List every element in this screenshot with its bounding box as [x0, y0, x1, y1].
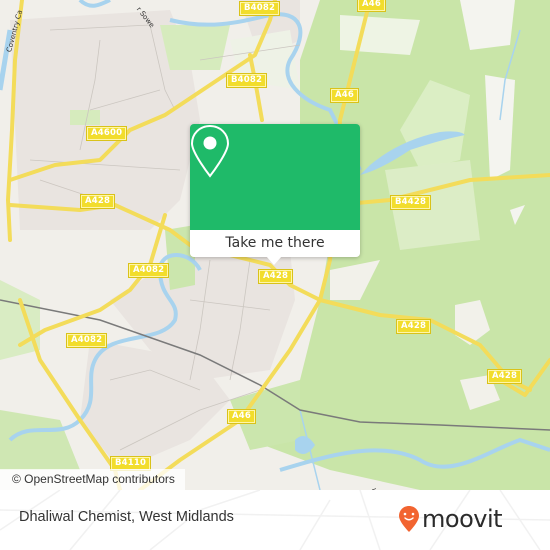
location-pin-icon	[190, 124, 230, 178]
road-label-a428: A428	[395, 319, 432, 334]
moovit-logo[interactable]: moovit	[398, 504, 503, 534]
popup-pointer	[266, 256, 282, 265]
road-label-a46: A46	[329, 88, 360, 103]
road-label-b4082: B4082	[238, 1, 281, 16]
map-attribution[interactable]: © OpenStreetMap contributors	[0, 469, 185, 490]
road-label-a46: A46	[356, 0, 387, 12]
destination-popup[interactable]: Take me there	[190, 124, 360, 265]
road-label-a428: A428	[257, 269, 294, 284]
road-label-a428: A428	[79, 194, 116, 209]
popup-header[interactable]	[190, 124, 360, 230]
road-label-a428: A428	[486, 369, 523, 384]
road-label-a4082: A4082	[127, 263, 170, 278]
map-canvas[interactable]: B4082 A46 B4082 A46 A4600 A428 B4428 A40…	[0, 0, 550, 490]
river-sowe-north	[78, 0, 111, 8]
park-area	[70, 110, 100, 125]
footer-bar: Dhaliwal Chemist, West Midlands moovit	[0, 490, 550, 550]
clearing-area	[340, 15, 420, 55]
road-label-a4600: A4600	[85, 126, 128, 141]
moovit-pin-icon	[399, 506, 419, 532]
moovit-wordmark: moovit	[422, 505, 503, 533]
road-label-b4082: B4082	[225, 73, 268, 88]
road-label-a46: A46	[226, 409, 257, 424]
take-me-there-button[interactable]: Take me there	[190, 230, 360, 257]
road-label-b4428: B4428	[389, 195, 432, 210]
park-area	[160, 25, 230, 70]
place-name: Dhaliwal Chemist, West Midlands	[19, 509, 234, 525]
road-label-a4082: A4082	[65, 333, 108, 348]
